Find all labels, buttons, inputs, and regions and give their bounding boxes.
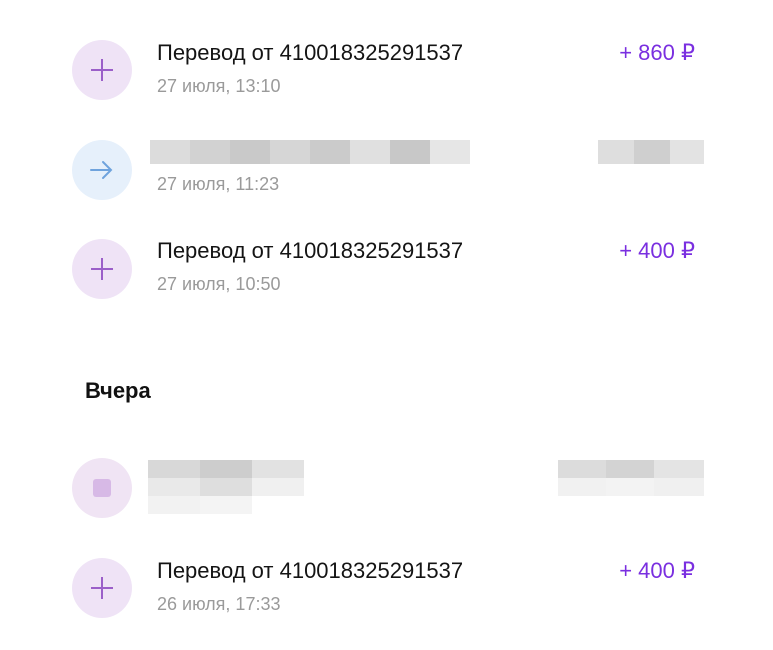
transaction-row[interactable]: Перевод от 410018325291537 27 июля, 13:1… — [0, 32, 773, 112]
transaction-title: Перевод от 410018325291537 — [157, 40, 464, 65]
transaction-amount: + 860 ₽ — [619, 40, 695, 65]
obscured-amount — [558, 460, 704, 496]
section-header-yesterday: Вчера — [85, 378, 151, 403]
obscured-amount — [598, 140, 704, 164]
obscured-title — [150, 140, 470, 164]
transaction-amount: + 400 ₽ — [619, 238, 695, 263]
transaction-date: 27 июля, 10:50 — [157, 274, 281, 294]
transaction-date: 27 июля, 13:10 — [157, 76, 281, 96]
transaction-row[interactable]: Перевод от 410018325291537 26 июля, 17:3… — [0, 550, 773, 630]
transaction-date: 27 июля, 11:23 — [157, 174, 280, 194]
transaction-title: Перевод от 410018325291537 — [157, 558, 464, 583]
transaction-title: Перевод от 410018325291537 — [157, 238, 464, 263]
plus-icon — [72, 558, 132, 618]
arrow-right-icon — [72, 140, 132, 200]
transaction-row[interactable] — [0, 452, 773, 532]
transaction-date: 26 июля, 17:33 — [157, 594, 281, 614]
avatar-icon — [72, 458, 132, 518]
obscured-title — [148, 460, 304, 514]
transaction-row[interactable]: 27 июля, 11:23 — [0, 130, 773, 210]
transaction-row[interactable]: Перевод от 410018325291537 27 июля, 10:5… — [0, 230, 773, 310]
transaction-amount: + 400 ₽ — [619, 558, 695, 583]
plus-icon — [72, 40, 132, 100]
plus-icon — [72, 239, 132, 299]
